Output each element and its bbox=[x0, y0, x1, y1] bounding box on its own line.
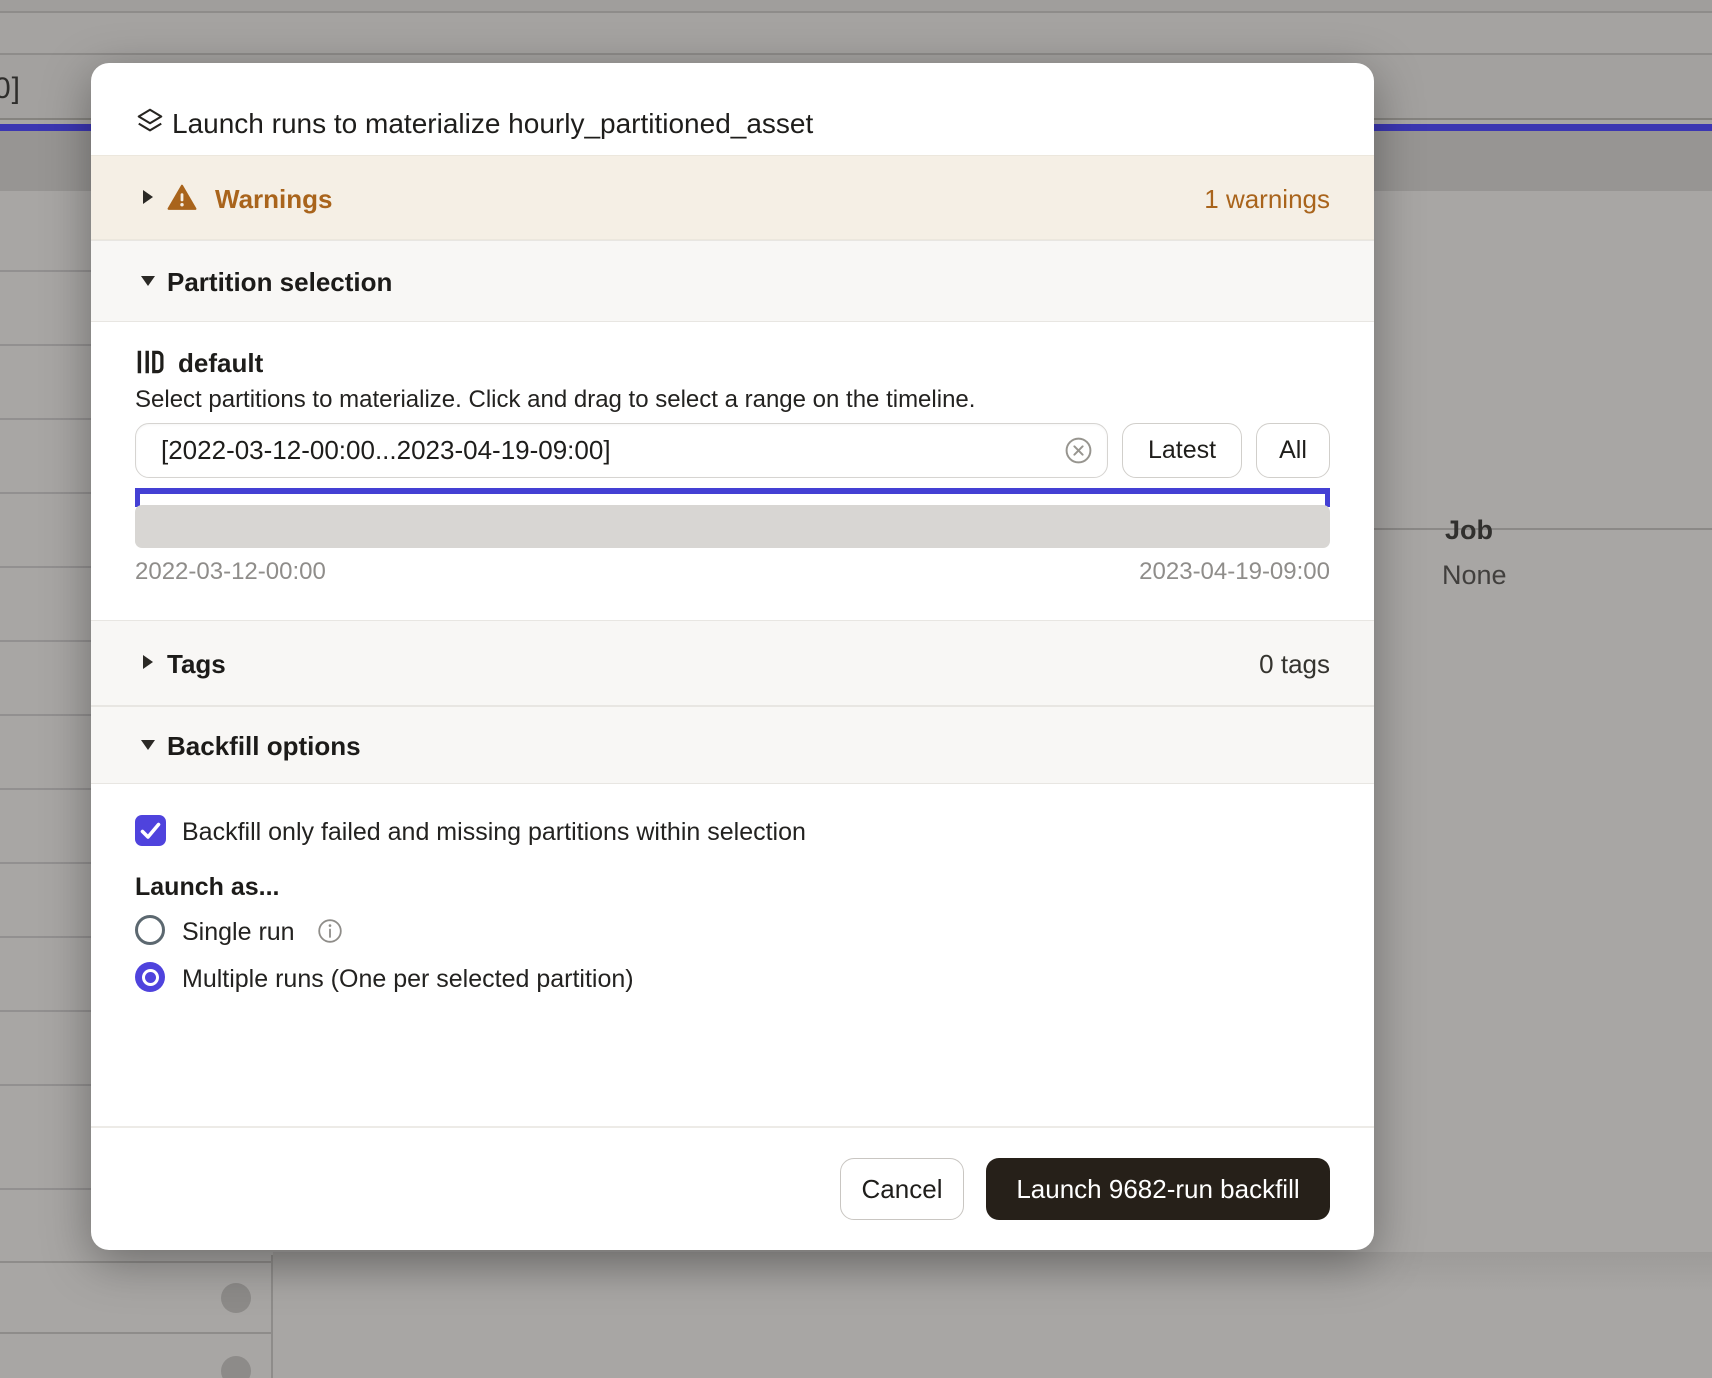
timeline-start-date: 2022-03-12-00:00 bbox=[135, 558, 326, 586]
backfill-only-failed-checkbox[interactable] bbox=[135, 815, 166, 846]
bg-panel bbox=[273, 1252, 1712, 1378]
bg-band bbox=[0, 13, 1712, 53]
dialog-title: Launch runs to materialize hourly_partit… bbox=[172, 108, 813, 140]
timeline-end-date: 2023-04-19-09:00 bbox=[1139, 558, 1330, 586]
tags-section-label: Tags bbox=[167, 649, 226, 680]
all-button[interactable]: All bbox=[1256, 423, 1330, 478]
launch-backfill-dialog: Launch runs to materialize hourly_partit… bbox=[91, 63, 1374, 1250]
warnings-label: Warnings bbox=[215, 184, 332, 215]
bg-divider bbox=[0, 1332, 272, 1334]
backfill-section-label: Backfill options bbox=[167, 731, 361, 762]
partition-range-input[interactable] bbox=[135, 423, 1108, 478]
backfill-section-toggle[interactable]: Backfill options bbox=[91, 706, 1374, 784]
partition-dimension-name: default bbox=[178, 348, 263, 379]
caret-right-icon bbox=[143, 655, 153, 669]
launch-backfill-button[interactable]: Launch 9682-run backfill bbox=[986, 1158, 1330, 1220]
bg-divider bbox=[0, 1261, 272, 1263]
partition-description: Select partitions to materialize. Click … bbox=[135, 386, 975, 414]
clear-icon[interactable] bbox=[1064, 436, 1093, 465]
bg-top-band bbox=[0, 0, 1712, 11]
screen: 0] Job None Launch runs to materialize h… bbox=[0, 0, 1712, 1378]
bg-status-dot bbox=[221, 1283, 251, 1313]
bg-job-column-header: Job bbox=[1445, 515, 1493, 546]
partition-timeline[interactable] bbox=[135, 505, 1330, 548]
timeline-selection-bar bbox=[135, 488, 1330, 494]
partition-icon bbox=[135, 347, 165, 377]
caret-down-icon bbox=[141, 740, 155, 750]
warnings-count-badge: 1 warnings bbox=[1204, 184, 1330, 215]
launch-as-label: Launch as... bbox=[135, 873, 279, 902]
bg-status-dot bbox=[221, 1356, 251, 1378]
partition-section-toggle[interactable]: Partition selection bbox=[91, 240, 1374, 322]
cancel-button[interactable]: Cancel bbox=[840, 1158, 964, 1220]
caret-right-icon bbox=[143, 190, 153, 204]
info-icon[interactable] bbox=[317, 918, 343, 944]
bg-table-rows bbox=[0, 198, 100, 1158]
single-run-label[interactable]: Single run bbox=[182, 918, 295, 947]
tags-section-toggle[interactable]: Tags 0 tags bbox=[91, 620, 1374, 706]
tags-count-badge: 0 tags bbox=[1259, 649, 1330, 680]
timeline-selection-end-tick bbox=[1325, 488, 1330, 507]
bg-divider bbox=[271, 1255, 273, 1378]
timeline-selection-start-tick bbox=[135, 488, 140, 507]
bg-job-column-value: None bbox=[1442, 560, 1507, 591]
warnings-section-toggle[interactable]: Warnings 1 warnings bbox=[91, 155, 1374, 240]
layers-icon bbox=[135, 106, 165, 136]
bg-divider bbox=[1374, 528, 1712, 530]
single-run-radio[interactable] bbox=[135, 915, 165, 945]
latest-button[interactable]: Latest bbox=[1122, 423, 1242, 478]
bg-divider bbox=[0, 1188, 100, 1190]
bg-clipped-text: 0] bbox=[0, 72, 21, 106]
multiple-runs-radio[interactable] bbox=[135, 962, 165, 992]
backfill-only-failed-label[interactable]: Backfill only failed and missing partiti… bbox=[182, 818, 806, 847]
multiple-runs-label[interactable]: Multiple runs (One per selected partitio… bbox=[182, 965, 634, 994]
caret-down-icon bbox=[141, 276, 155, 286]
radio-dot bbox=[145, 972, 156, 983]
warning-triangle-icon bbox=[167, 182, 197, 212]
partition-section-label: Partition selection bbox=[167, 267, 392, 298]
partition-range-input-wrap bbox=[135, 423, 1108, 478]
footer-divider bbox=[91, 1126, 1374, 1128]
